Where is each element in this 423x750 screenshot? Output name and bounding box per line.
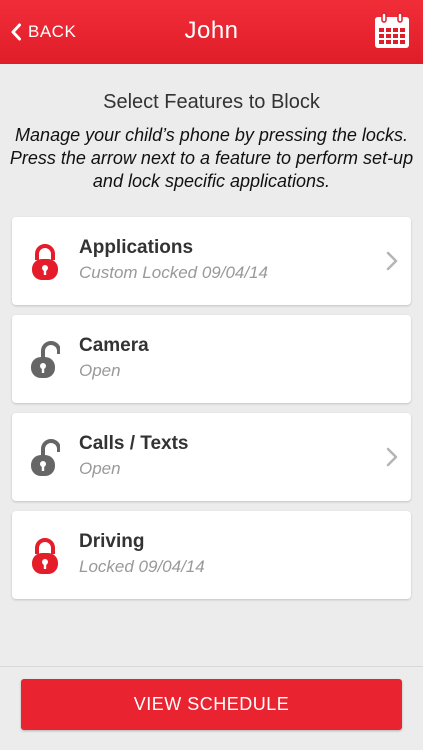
feature-card-calls-texts[interactable]: Calls / Texts Open — [12, 413, 411, 501]
header-bar: BACK John — [0, 0, 423, 64]
view-schedule-button[interactable]: VIEW SCHEDULE — [21, 679, 402, 730]
lock-closed-icon[interactable] — [30, 243, 60, 281]
chevron-right-icon[interactable] — [386, 447, 398, 467]
screen: BACK John Select Features to Block Manag… — [0, 0, 423, 750]
page-title: John — [184, 17, 239, 44]
feature-status: Custom Locked 09/04/14 — [79, 263, 269, 282]
feature-status: Locked 09/04/14 — [79, 557, 205, 576]
feature-card-applications[interactable]: Applications Custom Locked 09/04/14 — [12, 217, 411, 305]
feature-status: Open — [79, 361, 121, 380]
instructions-text: Manage your child’s phone by pressing th… — [9, 125, 414, 191]
section-heading: Select Features to Block — [103, 91, 320, 113]
feature-card-camera[interactable]: Camera Open — [12, 315, 411, 403]
lock-closed-icon[interactable] — [30, 537, 60, 575]
calendar-icon[interactable] — [373, 12, 411, 50]
chevron-right-icon[interactable] — [386, 251, 398, 271]
feature-name: Calls / Texts — [79, 433, 189, 454]
feature-name: Applications — [79, 237, 194, 258]
feature-name: Driving — [79, 531, 145, 552]
feature-status: Open — [79, 459, 121, 478]
lock-open-icon[interactable] — [30, 439, 60, 477]
feature-card-driving[interactable]: Driving Locked 09/04/14 — [12, 511, 411, 599]
feature-name: Camera — [79, 335, 149, 356]
lock-open-icon[interactable] — [30, 341, 60, 379]
footer-divider — [0, 666, 423, 667]
feature-list: Applications Custom Locked 09/04/14 Came… — [12, 217, 411, 609]
